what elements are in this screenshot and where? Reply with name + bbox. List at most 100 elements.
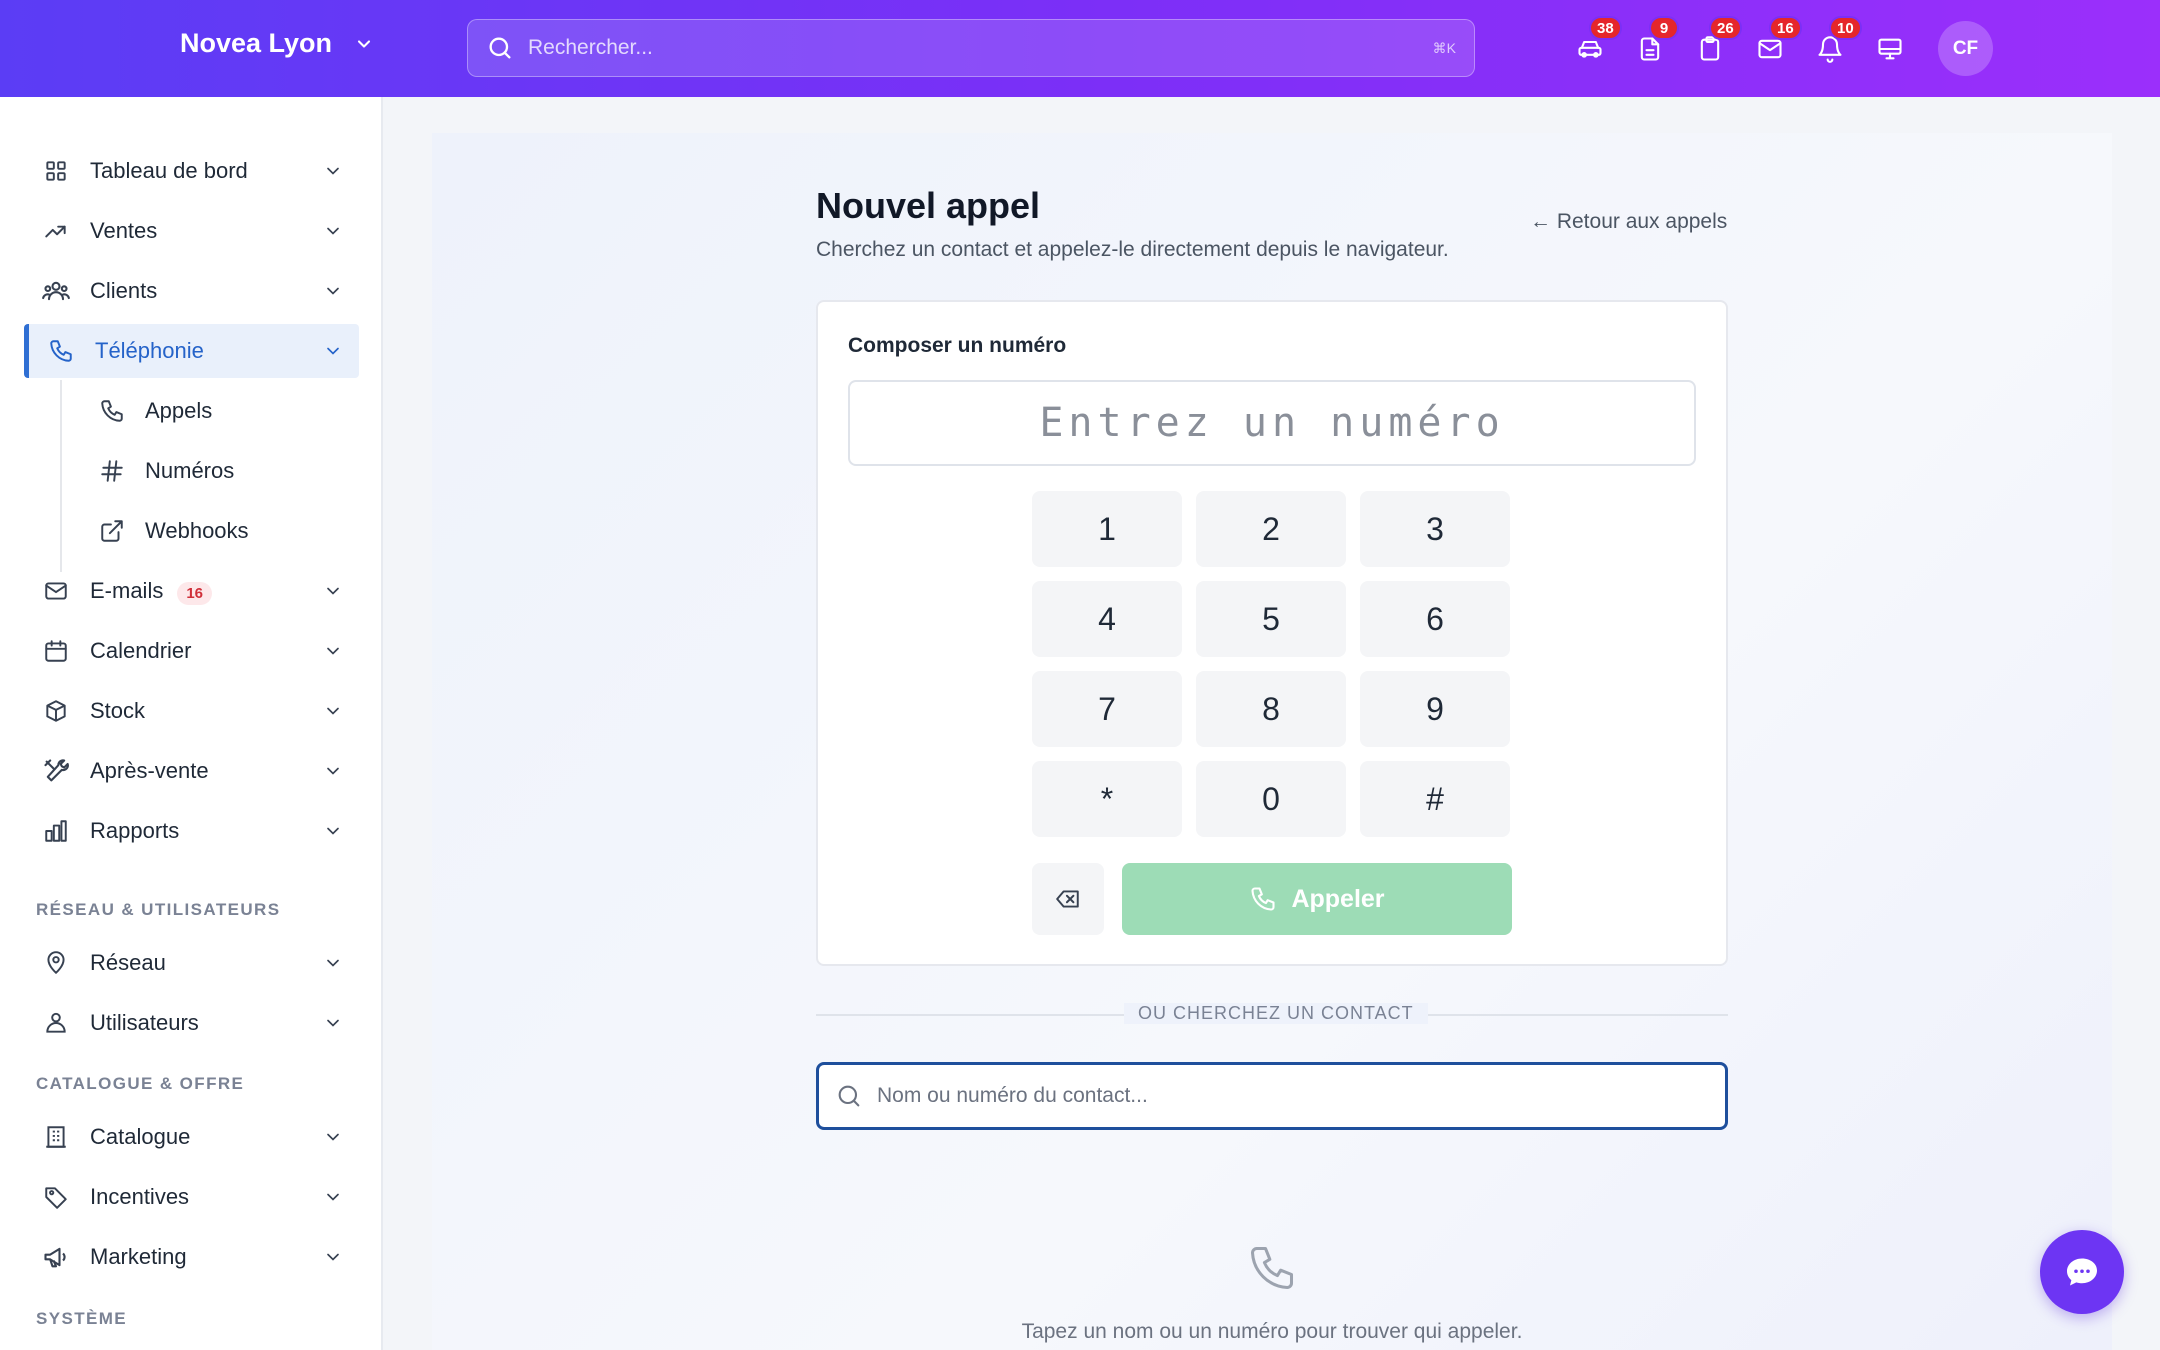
megaphone-icon <box>42 1243 70 1271</box>
sidebar-item-label: Clients <box>90 278 158 303</box>
brand-switcher[interactable]: Novea Lyon <box>180 28 374 59</box>
dial-number-field[interactable] <box>848 380 1696 466</box>
sidebar-item-label: Incentives <box>90 1184 190 1209</box>
mail-badge: 16 <box>1769 16 1802 40</box>
sidebar-subitem-label: Numéros <box>145 458 235 483</box>
dial-key-4[interactable]: 4 <box>1032 581 1182 657</box>
chevron-down-icon <box>323 341 343 366</box>
users-icon <box>42 277 70 305</box>
search-icon <box>486 34 514 62</box>
sidebar-subitem-webhooks[interactable]: Webhooks <box>60 504 360 558</box>
dial-key-7[interactable]: 7 <box>1032 671 1182 747</box>
bell-icon[interactable]: 10 <box>1811 16 1862 68</box>
sidebar-item-label: Marketing <box>90 1244 187 1269</box>
section-system: SYSTÈME <box>36 1309 128 1328</box>
sidebar-item-calendrier[interactable]: Calendrier <box>24 624 359 678</box>
sidebar-item-telephonie[interactable]: Téléphonie <box>24 324 359 378</box>
sidebar-item-label: Catalogue <box>90 1124 191 1149</box>
dial-number-input[interactable] <box>850 400 1694 446</box>
car-icon[interactable]: 38 <box>1571 16 1622 68</box>
sidebar-item-rapports[interactable]: Rapports <box>24 804 359 858</box>
sidebar-subitem-label: Appels <box>145 398 213 423</box>
backspace-button[interactable] <box>1032 863 1104 935</box>
sidebar-item-incentives[interactable]: Incentives <box>24 1170 359 1224</box>
sidebar-item-tableau-de-bord[interactable]: Tableau de bord <box>24 144 359 198</box>
tools-icon <box>42 757 70 785</box>
chevron-down-icon <box>323 281 343 306</box>
dial-key-2[interactable]: 2 <box>1196 491 1346 567</box>
contact-search[interactable] <box>816 1062 1728 1130</box>
bell-badge: 10 <box>1829 16 1862 40</box>
user-avatar[interactable]: CF <box>1938 21 1993 76</box>
call-button[interactable]: Appeler <box>1122 863 1512 935</box>
mail-icon[interactable]: 16 <box>1751 16 1802 68</box>
phone-icon <box>1246 1242 1298 1299</box>
chevron-down-icon <box>323 161 343 186</box>
calendar-icon <box>42 637 70 665</box>
dial-key-3[interactable]: 3 <box>1360 491 1510 567</box>
monitor-icon[interactable] <box>1871 30 1909 68</box>
user-icon <box>42 1009 70 1037</box>
chevron-down-icon <box>323 1187 343 1212</box>
dial-key-8[interactable]: 8 <box>1196 671 1346 747</box>
phone-icon <box>1249 885 1277 913</box>
sidebar-item-label: Rapports <box>90 818 180 843</box>
divider-label: OU CHERCHEZ UN CONTACT <box>1124 1003 1428 1024</box>
chevron-down-icon <box>323 821 343 846</box>
global-search[interactable]: ⌘K <box>467 19 1475 77</box>
sidebar-item-reseau[interactable]: Réseau <box>24 936 359 990</box>
dial-key-1[interactable]: 1 <box>1032 491 1182 567</box>
sidebar-subitem-appels[interactable]: Appels <box>60 384 360 438</box>
sidebar-item-clients[interactable]: Clients <box>24 264 359 318</box>
trend-icon <box>42 217 70 245</box>
chevron-down-icon <box>354 34 374 54</box>
sidebar-item-label: Réseau <box>90 950 166 975</box>
chat-button[interactable] <box>2040 1230 2124 1314</box>
sidebar-item-marketing[interactable]: Marketing <box>24 1230 359 1284</box>
building-icon <box>42 1123 70 1151</box>
sidebar-item-stock[interactable]: Stock <box>24 684 359 738</box>
dial-key-5[interactable]: 5 <box>1196 581 1346 657</box>
tag-icon <box>42 1183 70 1211</box>
chevron-down-icon <box>323 953 343 978</box>
document-icon[interactable]: 9 <box>1631 16 1679 68</box>
contact-search-input[interactable] <box>877 1084 1725 1108</box>
page-subtitle: Cherchez un contact et appelez-le direct… <box>816 238 1449 261</box>
sidebar-subitem-label: Webhooks <box>145 518 249 543</box>
sidebar-item-label: E-mails 16 <box>90 577 213 605</box>
sidebar-item-utilisateurs[interactable]: Utilisateurs <box>24 996 359 1050</box>
call-button-label: Appeler <box>1291 884 1385 913</box>
dial-key-6[interactable]: 6 <box>1360 581 1510 657</box>
sidebar-item-catalogue[interactable]: Catalogue <box>24 1110 359 1164</box>
chevron-down-icon <box>323 581 343 606</box>
page-title: Nouvel appel <box>816 185 1041 226</box>
sidebar-item-ventes[interactable]: Ventes <box>24 204 359 258</box>
clipboard-icon[interactable]: 26 <box>1691 16 1742 68</box>
count-badge: 16 <box>177 581 213 605</box>
sidebar-item-apres-vente[interactable]: Après-vente <box>24 744 359 798</box>
search-shortcut: ⌘K <box>1432 39 1456 56</box>
global-search-input[interactable] <box>528 36 1433 60</box>
sidebar-subitem-numeros[interactable]: Numéros <box>60 444 360 498</box>
sidebar-item-label: Stock <box>90 698 146 723</box>
sidebar-item-e-mails[interactable]: E-mails 16 <box>24 564 359 618</box>
sidebar-item-label: Ventes <box>90 218 158 243</box>
box-icon <box>42 697 70 725</box>
brand-name: Novea Lyon <box>180 28 333 58</box>
clipboard-badge: 26 <box>1709 16 1742 40</box>
sidebar-item-label: Après-vente <box>90 758 209 783</box>
search-icon <box>835 1082 863 1110</box>
chevron-down-icon <box>323 1127 343 1152</box>
dial-key-9[interactable]: 9 <box>1360 671 1510 747</box>
chevron-down-icon <box>323 221 343 246</box>
external-link-icon <box>98 517 126 545</box>
back-to-calls-link[interactable]: ← Retour aux appels <box>1530 210 1727 234</box>
sidebar-item-text: E-mails <box>90 577 164 603</box>
grid-icon <box>42 157 70 185</box>
dial-key-star[interactable]: * <box>1032 761 1182 837</box>
chart-icon <box>42 817 70 845</box>
dial-key-0[interactable]: 0 <box>1196 761 1346 837</box>
dial-key-hash[interactable]: # <box>1360 761 1510 837</box>
document-badge: 9 <box>1649 16 1679 40</box>
chevron-down-icon <box>323 1247 343 1272</box>
